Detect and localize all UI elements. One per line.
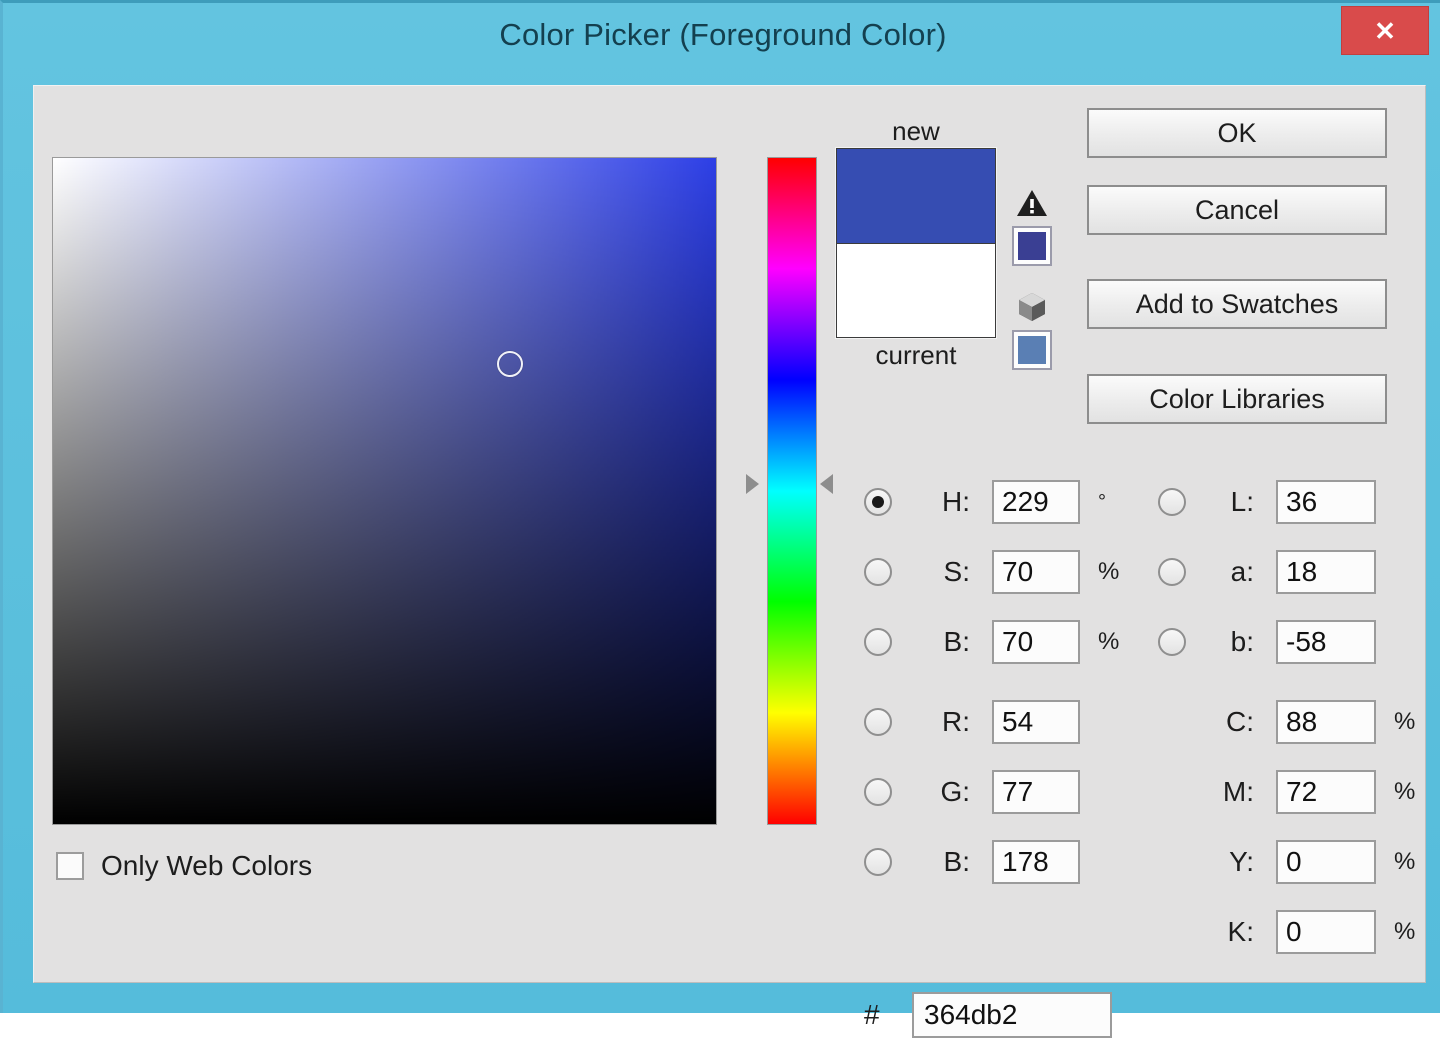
rgb-label-g: G: (940, 776, 970, 807)
rgb-label-b: B: (943, 846, 970, 877)
rgb-input-g[interactable]: 77 (992, 770, 1080, 814)
hsb-unit-b: % (1098, 628, 1120, 655)
lab-row-a: a: 18 (1158, 548, 1394, 596)
ok-button[interactable]: OK (1087, 108, 1387, 158)
dialog-body: Only Web Colors new current OK Cancel Ad… (33, 85, 1426, 1038)
cmyk-row-k: K: 0% (1158, 908, 1415, 956)
websafe-proof-swatch[interactable] (1012, 330, 1052, 370)
title-bar: Color Picker (Foreground Color) ✕ (3, 3, 1440, 83)
hsb-row-h: H: 229 ° (864, 478, 1106, 526)
hue-slider-thumb-right-icon[interactable] (820, 474, 833, 495)
current-color-label: current (875, 340, 957, 370)
gamut-proof-color (1018, 232, 1046, 260)
lab-input-l[interactable]: 36 (1276, 480, 1376, 524)
rgb-input-b[interactable]: 178 (992, 840, 1080, 884)
cmyk-label-c: C: (1226, 706, 1254, 737)
radio-lab-a[interactable] (1158, 558, 1186, 586)
radio-lab-l[interactable] (1158, 488, 1186, 516)
saturation-brightness-field[interactable] (52, 157, 717, 825)
hsb-input-s[interactable]: 70 (992, 550, 1080, 594)
hsb-input-h[interactable]: 229 (992, 480, 1080, 524)
lab-row-b: b: -58 (1158, 618, 1394, 666)
cmyk-row-y: Y: 0% (1158, 838, 1415, 886)
radio-lab-b[interactable] (1158, 628, 1186, 656)
cmyk-unit-k: % (1394, 918, 1416, 945)
cmyk-input-c[interactable]: 88 (1276, 700, 1376, 744)
gamut-proof-swatch[interactable] (1012, 226, 1052, 266)
cancel-button[interactable]: Cancel (1087, 185, 1387, 235)
cmyk-label-k: K: (1227, 916, 1254, 947)
color-libraries-button[interactable]: Color Libraries (1087, 374, 1387, 424)
rgb-row-r: R: 54 (864, 698, 1098, 746)
gamut-warning-group (1012, 184, 1058, 370)
cmyk-input-m[interactable]: 72 (1276, 770, 1376, 814)
hex-sign-label: # (864, 999, 880, 1030)
hex-input[interactable]: 364db2 (912, 992, 1112, 1038)
hsb-label-h: H: (942, 486, 970, 517)
hue-slider-group (746, 157, 833, 825)
cmyk-label-m: M: (1222, 776, 1254, 807)
add-to-swatches-button[interactable]: Add to Swatches (1087, 279, 1387, 329)
radio-hsb-b[interactable] (864, 628, 892, 656)
hsb-label-s: S: (943, 556, 970, 587)
color-picker-window: Color Picker (Foreground Color) ✕ Only W… (0, 0, 1440, 1038)
rgb-row-g: G: 77 (864, 768, 1098, 816)
lab-label-b: b: (1230, 626, 1254, 657)
hsb-unit-s: % (1098, 558, 1120, 585)
cmyk-input-k[interactable]: 0 (1276, 910, 1376, 954)
hue-slider-thumb-left-icon[interactable] (746, 474, 759, 495)
radio-hsb-s[interactable] (864, 558, 892, 586)
hsb-label-b: B: (943, 626, 970, 657)
window-title: Color Picker (Foreground Color) (499, 17, 947, 52)
checkbox-box[interactable] (56, 852, 84, 880)
lab-input-b[interactable]: -58 (1276, 620, 1376, 664)
cmyk-label-y: Y: (1229, 846, 1254, 877)
brightness-gradient (53, 158, 716, 824)
cmyk-unit-c: % (1394, 708, 1416, 735)
rgb-row-b: B: 178 (864, 838, 1098, 886)
hsb-unit-h: ° (1098, 490, 1106, 513)
new-color-label: new (892, 116, 940, 146)
rgb-label-r: R: (942, 706, 970, 737)
cmyk-unit-y: % (1394, 848, 1416, 875)
cmyk-unit-m: % (1394, 778, 1416, 805)
lab-label-l: L: (1230, 486, 1254, 517)
hsb-input-b[interactable]: 70 (992, 620, 1080, 664)
current-color-swatch[interactable] (837, 243, 995, 337)
color-preview-group: new current (836, 114, 996, 372)
hsb-row-b: B: 70% (864, 618, 1119, 666)
hsb-row-s: S: 70% (864, 548, 1119, 596)
lab-input-a[interactable]: 18 (1276, 550, 1376, 594)
only-web-colors-checkbox[interactable]: Only Web Colors (56, 850, 312, 882)
websafe-proof-color (1018, 336, 1046, 364)
warning-triangle-icon[interactable] (1012, 184, 1052, 222)
cube-icon[interactable] (1012, 288, 1052, 326)
only-web-colors-label: Only Web Colors (101, 850, 313, 881)
lab-row-l: L: 36 (1158, 478, 1394, 526)
cmyk-input-y[interactable]: 0 (1276, 840, 1376, 884)
hue-slider[interactable] (767, 157, 817, 825)
lab-label-a: a: (1230, 556, 1254, 587)
radio-hsb-h[interactable] (864, 488, 892, 516)
rgb-input-r[interactable]: 54 (992, 700, 1080, 744)
hex-field-row: # 364db2 (864, 991, 1112, 1039)
close-icon: ✕ (1374, 15, 1396, 46)
preview-swatches (836, 148, 996, 338)
radio-rgb-g[interactable] (864, 778, 892, 806)
new-color-swatch[interactable] (837, 149, 995, 243)
cmyk-row-c: C: 88% (1158, 698, 1415, 746)
close-button[interactable]: ✕ (1341, 6, 1429, 55)
radio-rgb-r[interactable] (864, 708, 892, 736)
radio-rgb-b[interactable] (864, 848, 892, 876)
cmyk-row-m: M: 72% (1158, 768, 1415, 816)
